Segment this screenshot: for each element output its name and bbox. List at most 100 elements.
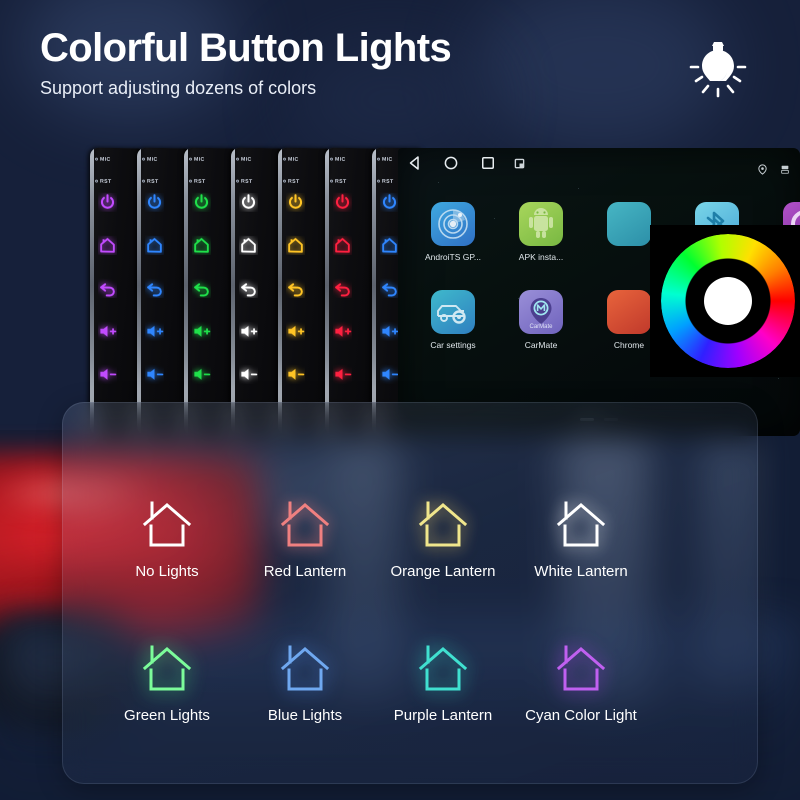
volume-up-icon[interactable] xyxy=(239,322,258,341)
button-panel[interactable]: MIC RST xyxy=(325,147,378,437)
mic-label: MIC xyxy=(194,156,205,163)
house-lantern-icon xyxy=(280,645,330,691)
lantern-option[interactable]: No Lights xyxy=(92,498,242,580)
power-icon[interactable] xyxy=(286,193,305,212)
lantern-option[interactable]: Blue Lights xyxy=(230,642,380,724)
back-triangle-icon[interactable] xyxy=(406,154,424,172)
power-icon[interactable] xyxy=(239,193,258,212)
color-wheel-center-swatch[interactable] xyxy=(703,277,752,325)
power-icon[interactable] xyxy=(380,193,399,212)
light-bulb-icon xyxy=(689,42,747,98)
app-item[interactable]: APK insta... xyxy=(498,202,584,262)
house-lantern-icon xyxy=(280,501,330,547)
button-panel[interactable]: MIC RST xyxy=(231,147,284,437)
volume-down-icon[interactable] xyxy=(192,365,211,384)
back-icon[interactable] xyxy=(192,279,211,298)
app-label: CarMate xyxy=(524,340,558,350)
rst-label: RST xyxy=(194,178,206,185)
lantern-label: Orange Lantern xyxy=(390,563,496,580)
lantern-option[interactable]: Red Lantern xyxy=(230,498,380,580)
rst-indicator-dot xyxy=(377,179,381,184)
android-screen[interactable]: AndroiTS GP... APK insta... luetooth xyxy=(398,148,800,436)
volume-up-icon[interactable] xyxy=(333,322,352,341)
location-pin-icon xyxy=(758,164,767,175)
header: Colorful Button Lights Support adjusting… xyxy=(0,0,800,140)
lantern-label: Red Lantern xyxy=(263,563,347,580)
car-gear-icon xyxy=(431,290,475,334)
back-icon[interactable] xyxy=(98,279,117,298)
app-label: Car settings xyxy=(430,340,476,350)
mic-label: MIC xyxy=(335,156,346,163)
back-icon[interactable] xyxy=(145,279,164,298)
volume-down-icon[interactable] xyxy=(333,365,352,384)
home-icon[interactable] xyxy=(286,236,305,255)
button-panel[interactable]: MIC RST xyxy=(137,147,190,437)
recents-square-icon[interactable] xyxy=(479,154,497,172)
rst-indicator-dot xyxy=(283,179,287,184)
lantern-option[interactable]: Cyan Color Light xyxy=(506,642,656,724)
volume-down-icon[interactable] xyxy=(239,365,258,384)
home-icon[interactable] xyxy=(192,236,211,255)
home-circle-icon[interactable] xyxy=(442,154,460,172)
volume-up-icon[interactable] xyxy=(145,322,164,341)
button-panel[interactable]: MIC RST xyxy=(278,147,331,437)
volume-down-icon[interactable] xyxy=(145,365,164,384)
lantern-grid: No Lights Red Lantern Orange Lantern Whi… xyxy=(62,402,758,784)
android-navigation-bar[interactable] xyxy=(398,154,800,176)
rst-indicator-dot xyxy=(330,179,334,184)
android-robot-icon xyxy=(519,202,563,246)
mic-indicator-dot xyxy=(283,157,287,162)
lantern-option[interactable]: Purple Lantern xyxy=(368,642,518,724)
lantern-option[interactable]: Orange Lantern xyxy=(368,498,518,580)
volume-up-icon[interactable] xyxy=(98,322,117,341)
color-wheel-picker[interactable] xyxy=(650,225,800,377)
lantern-options-card: No Lights Red Lantern Orange Lantern Whi… xyxy=(62,402,758,784)
volume-down-icon[interactable] xyxy=(380,365,399,384)
home-icon[interactable] xyxy=(333,236,352,255)
home-icon[interactable] xyxy=(98,236,117,255)
house-lantern-icon xyxy=(556,501,606,547)
mic-indicator-dot xyxy=(142,157,146,162)
volume-down-icon[interactable] xyxy=(98,365,117,384)
app-item[interactable]: CarMate CarMate xyxy=(498,290,584,350)
screenshot-icon[interactable] xyxy=(514,158,525,169)
mic-indicator-dot xyxy=(95,157,99,162)
signal-icon xyxy=(781,165,789,174)
mic-label: MIC xyxy=(241,156,252,163)
power-icon[interactable] xyxy=(98,193,117,212)
chrome-icon xyxy=(607,290,651,334)
app-item[interactable]: AndroiTS GP... xyxy=(410,202,496,262)
back-icon[interactable] xyxy=(286,279,305,298)
button-panel[interactable]: MIC RST xyxy=(184,147,237,437)
volume-up-icon[interactable] xyxy=(286,322,305,341)
lantern-option[interactable]: Green Lights xyxy=(92,642,242,724)
power-icon[interactable] xyxy=(192,193,211,212)
lantern-option[interactable]: White Lantern xyxy=(506,498,656,580)
home-icon[interactable] xyxy=(239,236,258,255)
power-icon[interactable] xyxy=(333,193,352,212)
rst-label: RST xyxy=(288,178,300,185)
power-icon[interactable] xyxy=(145,193,164,212)
back-icon[interactable] xyxy=(239,279,258,298)
mic-indicator-dot xyxy=(377,157,381,162)
button-panel[interactable]: MIC RST xyxy=(90,147,143,437)
page-subtitle: Support adjusting dozens of colors xyxy=(40,78,317,98)
mic-indicator-dot xyxy=(236,157,240,162)
mic-label: MIC xyxy=(100,156,111,163)
rst-indicator-dot xyxy=(236,179,240,184)
home-icon[interactable] xyxy=(145,236,164,255)
back-icon[interactable] xyxy=(380,279,399,298)
hidden-app-icon xyxy=(607,202,651,246)
back-icon[interactable] xyxy=(333,279,352,298)
volume-up-icon[interactable] xyxy=(380,322,399,341)
app-label: AndroiTS GP... xyxy=(424,252,482,262)
rst-indicator-dot xyxy=(189,179,193,184)
mic-indicator-dot xyxy=(330,157,334,162)
volume-up-icon[interactable] xyxy=(192,322,211,341)
home-icon[interactable] xyxy=(380,236,399,255)
house-lantern-icon xyxy=(556,645,606,691)
lantern-label: Green Lights xyxy=(124,707,210,724)
volume-down-icon[interactable] xyxy=(286,365,305,384)
rst-indicator-dot xyxy=(95,179,99,184)
app-item[interactable]: Car settings xyxy=(410,290,496,350)
